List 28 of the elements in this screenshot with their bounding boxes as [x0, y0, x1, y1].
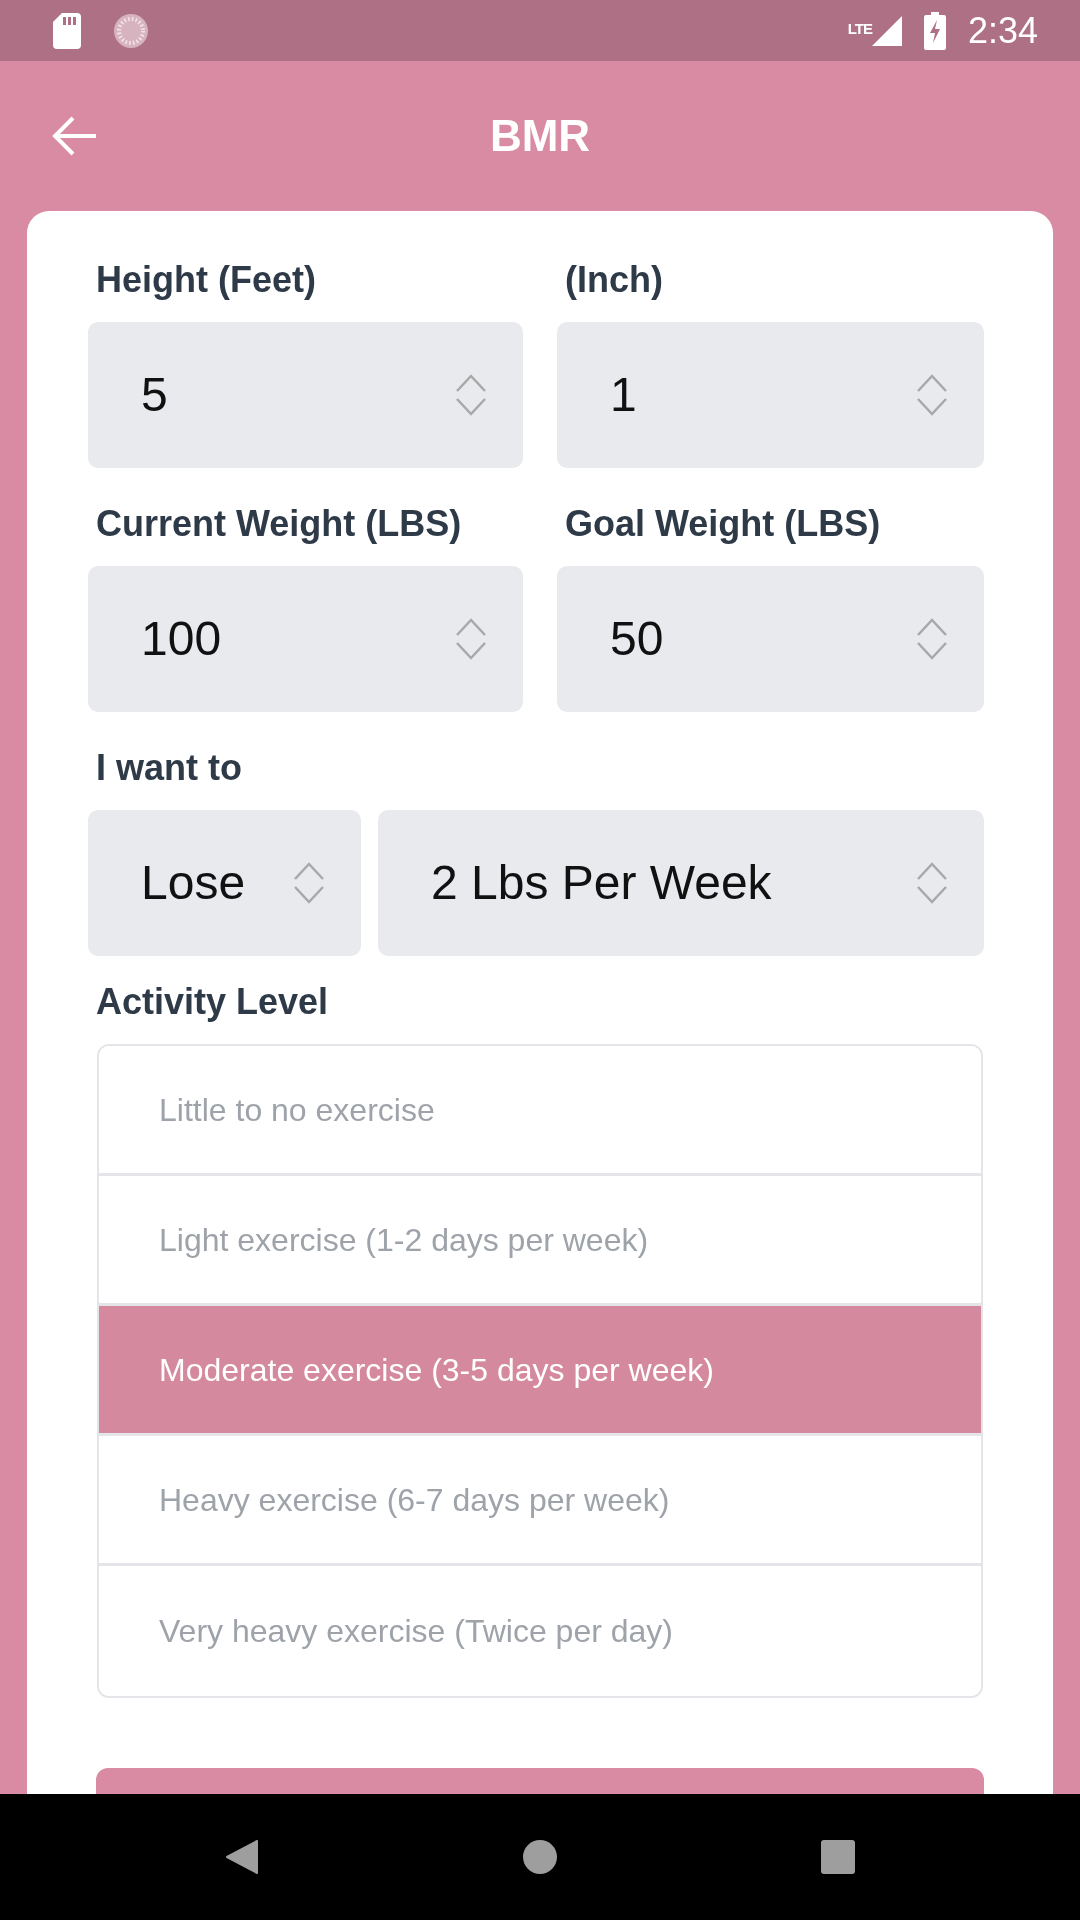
- chevron-up-down-icon: [916, 617, 948, 661]
- chevron-up-down-icon: [455, 373, 487, 417]
- screen-title: BMR: [489, 110, 591, 162]
- select-field[interactable]: Lose: [88, 810, 361, 956]
- battery-charging-icon: [923, 11, 946, 50]
- chevron-up-down-icon: [455, 617, 487, 661]
- signal-icon: [871, 15, 902, 46]
- network-type-label: LTE: [847, 20, 872, 37]
- select-field[interactable]: 100: [88, 566, 523, 712]
- select-field[interactable]: 1: [557, 322, 984, 468]
- select-field[interactable]: 2 Lbs Per Week: [378, 810, 984, 956]
- chevron-up-down-icon: [916, 373, 948, 417]
- chevron-up-down-icon: [916, 861, 948, 905]
- home-icon[interactable]: [523, 1840, 557, 1874]
- field-label: Activity Level: [96, 982, 329, 1022]
- field-label: Height (Feet): [96, 260, 316, 300]
- sd-card-icon: [53, 12, 81, 49]
- field-label: I want to: [96, 748, 242, 788]
- select-field[interactable]: 50: [557, 566, 984, 712]
- back-arrow-icon[interactable]: [51, 115, 97, 157]
- field-label: Current Weight (LBS): [96, 504, 462, 544]
- field-label: (Inch): [565, 260, 663, 300]
- nav-back-icon[interactable]: [225, 1839, 259, 1875]
- status-time: 2:34: [967, 10, 1038, 51]
- field-label: Goal Weight (LBS): [565, 504, 881, 544]
- spinner-icon: [113, 12, 149, 49]
- chevron-up-down-icon: [293, 861, 325, 905]
- select-field[interactable]: 5: [88, 322, 523, 468]
